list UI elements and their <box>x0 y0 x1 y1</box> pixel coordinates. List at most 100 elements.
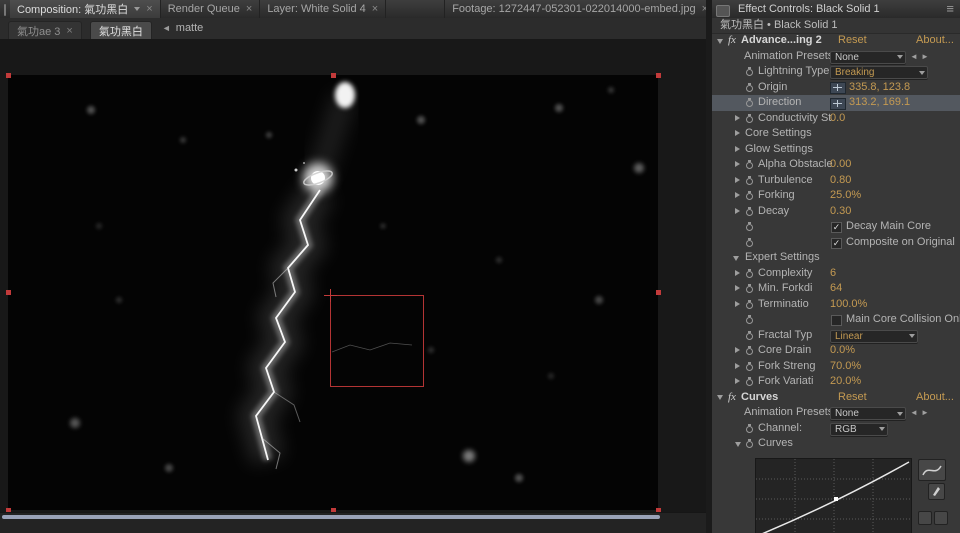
horizontal-scrollbar[interactable] <box>0 512 706 533</box>
twirl-right-icon[interactable] <box>735 177 740 183</box>
panel-menu-icon[interactable]: ≡ <box>940 0 960 18</box>
chevron-down-icon[interactable] <box>134 7 140 11</box>
prop-value[interactable]: 335.8, 123.8 <box>849 80 910 96</box>
main-core-collision-checkbox[interactable] <box>831 315 842 326</box>
about-button[interactable]: About... <box>916 33 954 49</box>
panel-grip-icon[interactable] <box>716 5 730 17</box>
prop-row-lightning-type[interactable]: Lightning Type Breaking <box>712 64 960 80</box>
prop-row-animation-presets-curves[interactable]: Animation Presets: None ◄ ► <box>712 405 960 421</box>
prop-row-turbulence[interactable]: Turbulence 0.80 <box>712 173 960 189</box>
reset-button[interactable]: Reset <box>838 33 867 49</box>
comp-tab-active[interactable]: 氣功黑白 <box>90 21 152 39</box>
channel-select[interactable]: RGB <box>830 423 888 436</box>
stopwatch-icon[interactable] <box>745 439 754 449</box>
group-row-expert-settings[interactable]: Expert Settings <box>712 250 960 266</box>
twirl-down-icon[interactable] <box>733 256 739 261</box>
layer-handle[interactable] <box>656 290 661 295</box>
stopwatch-icon[interactable] <box>745 346 754 356</box>
region-of-interest-box[interactable] <box>330 295 424 387</box>
effect-header-advanced-lightning[interactable]: fx Advance...ing 2 Reset About... <box>712 33 960 49</box>
stopwatch-icon[interactable] <box>745 67 754 77</box>
composition-canvas[interactable] <box>8 75 658 510</box>
prop-row-fork-variation[interactable]: Fork Variati 20.0% <box>712 374 960 390</box>
horizontal-scrollbar-thumb[interactable] <box>2 515 660 519</box>
twirl-right-icon[interactable] <box>735 363 740 369</box>
save-curve-button[interactable] <box>934 511 948 525</box>
prop-value[interactable]: 64 <box>830 281 842 297</box>
stopwatch-icon[interactable] <box>745 315 754 325</box>
prop-value[interactable]: 0.0% <box>830 343 855 359</box>
prop-value[interactable]: 0.00 <box>830 157 851 173</box>
prop-row-main-core-collision[interactable]: Main Core Collision Onl <box>712 312 960 328</box>
next-preset-icon[interactable]: ► <box>921 49 929 65</box>
twirl-right-icon[interactable] <box>735 115 740 121</box>
stopwatch-icon[interactable] <box>745 176 754 186</box>
prop-row-curves[interactable]: Curves <box>712 436 960 452</box>
stopwatch-icon[interactable] <box>745 284 754 294</box>
fractal-type-select[interactable]: Linear <box>830 330 918 343</box>
layer-handle[interactable] <box>656 73 661 78</box>
stopwatch-icon[interactable] <box>745 238 754 248</box>
prop-row-decay-main-core[interactable]: ✓ Decay Main Core <box>712 219 960 235</box>
twirl-right-icon[interactable] <box>735 347 740 353</box>
previous-preset-icon[interactable]: ◄ <box>910 49 918 65</box>
prop-row-complexity[interactable]: Complexity 6 <box>712 266 960 282</box>
close-icon[interactable]: × <box>372 3 378 15</box>
previous-preset-icon[interactable]: ◄ <box>910 405 918 421</box>
effect-name[interactable]: Advance...ing 2 <box>741 33 822 49</box>
effect-name[interactable]: Curves <box>741 390 778 406</box>
curve-preset-button[interactable] <box>918 459 946 481</box>
prop-row-direction[interactable]: Direction 313.2, 169.1 <box>712 95 960 111</box>
pencil-tool-button[interactable] <box>928 483 945 500</box>
layer-handle[interactable] <box>6 73 11 78</box>
composition-viewport[interactable] <box>0 39 706 512</box>
stopwatch-icon[interactable] <box>745 207 754 217</box>
stopwatch-icon[interactable] <box>745 191 754 201</box>
effect-point-icon[interactable] <box>830 98 846 110</box>
layer-handle[interactable] <box>6 290 11 295</box>
stopwatch-icon[interactable] <box>745 331 754 341</box>
twirl-right-icon[interactable] <box>735 285 740 291</box>
tab-render-queue[interactable]: Render Queue × <box>161 0 261 18</box>
prop-value[interactable]: 70.0% <box>830 359 861 375</box>
prop-row-forking[interactable]: Forking 25.0% <box>712 188 960 204</box>
prop-value[interactable]: 313.2, 169.1 <box>849 95 910 111</box>
reset-button[interactable]: Reset <box>838 390 867 406</box>
close-icon[interactable]: × <box>246 3 252 15</box>
decay-main-core-checkbox[interactable]: ✓ <box>831 222 842 233</box>
prop-value[interactable]: 0.80 <box>830 173 851 189</box>
twirl-right-icon[interactable] <box>735 161 740 167</box>
prop-row-origin[interactable]: Origin 335.8, 123.8 <box>712 80 960 96</box>
prop-row-core-drain[interactable]: Core Drain 0.0% <box>712 343 960 359</box>
twirl-right-icon[interactable] <box>735 270 740 276</box>
prop-row-min-forkdistance[interactable]: Min. Forkdi 64 <box>712 281 960 297</box>
prop-value[interactable]: 25.0% <box>830 188 861 204</box>
twirl-right-icon[interactable] <box>735 192 740 198</box>
twirl-right-icon[interactable] <box>735 130 740 136</box>
close-icon[interactable]: × <box>146 3 152 15</box>
lightning-type-select[interactable]: Breaking <box>830 66 928 79</box>
twirl-right-icon[interactable] <box>735 208 740 214</box>
comp-tab-previous[interactable]: 氣功ae 3 × <box>8 21 82 39</box>
layer-handle[interactable] <box>331 73 336 78</box>
tab-composition[interactable]: Composition: 氣功黑白 × <box>10 0 161 18</box>
stopwatch-icon[interactable] <box>745 269 754 279</box>
stopwatch-icon[interactable] <box>745 300 754 310</box>
prop-row-animation-presets[interactable]: Animation Presets: None ◄ ► <box>712 49 960 65</box>
twirl-right-icon[interactable] <box>735 146 740 152</box>
stopwatch-icon[interactable] <box>745 83 754 93</box>
parent-flow-arrow-icon[interactable]: ◄ <box>162 18 171 39</box>
effect-header-curves[interactable]: fx Curves Reset About... <box>712 390 960 406</box>
stopwatch-icon[interactable] <box>745 98 754 108</box>
tab-footage[interactable]: Footage: 1272447-052301-022014000-embed.… <box>444 0 706 18</box>
stopwatch-icon[interactable] <box>745 222 754 232</box>
stopwatch-icon[interactable] <box>745 160 754 170</box>
panel-grip-icon[interactable] <box>4 4 6 16</box>
twirl-down-icon[interactable] <box>735 442 741 447</box>
prop-value[interactable]: 100.0% <box>830 297 867 313</box>
group-row-core-settings[interactable]: Core Settings <box>712 126 960 142</box>
prop-row-alpha-obstacle[interactable]: Alpha Obstacle 0.00 <box>712 157 960 173</box>
twirl-right-icon[interactable] <box>735 378 740 384</box>
prop-row-fractal-type[interactable]: Fractal Typ Linear <box>712 328 960 344</box>
open-curve-button[interactable] <box>918 511 932 525</box>
